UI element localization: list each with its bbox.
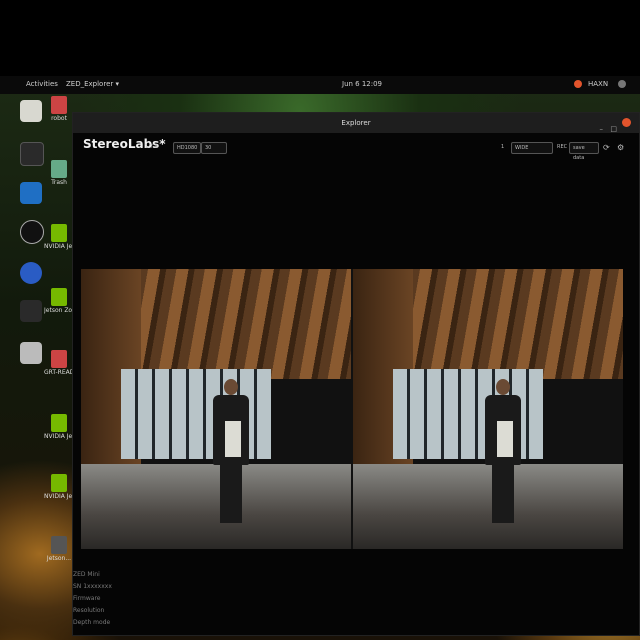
nvidia-icon: [51, 474, 67, 492]
app-icon[interactable]: [20, 300, 42, 322]
desktop-icon-jetson-zoo[interactable]: Jetson Zo...: [44, 288, 74, 314]
record-label: REC: [557, 144, 568, 150]
info-line: Depth mode: [73, 619, 111, 626]
desktop-icon-readme[interactable]: GRT-README: [44, 350, 74, 376]
left-camera-view: [81, 269, 351, 549]
obs-icon[interactable]: [20, 220, 44, 244]
camera-info-panel: ZED Mini SN 1xxxxxxx Firmware Resolution…: [73, 569, 112, 629]
person-figure: [483, 379, 523, 529]
info-line: ZED Mini: [73, 571, 100, 578]
camera-index-label: 1: [501, 144, 505, 150]
files-icon[interactable]: [20, 100, 42, 122]
system-top-bar: Activities ZED_Explorer ▾ Jun 6 12:09 HA…: [0, 76, 640, 94]
person-figure: [211, 379, 251, 529]
file-icon: [51, 536, 67, 554]
resolution-select[interactable]: HD1080: [173, 142, 201, 154]
app-menu[interactable]: ZED_Explorer ▾: [66, 80, 119, 88]
right-camera-view: [353, 269, 623, 549]
nvidia-icon: [51, 414, 67, 432]
chromium-icon[interactable]: [20, 262, 42, 284]
desktop-icon-jetson-community[interactable]: NVIDIA Jetson Community P...: [44, 224, 74, 250]
explorer-window: Explorer – □ StereoLabs* 1.7.0 HD1080 30…: [72, 112, 640, 636]
desktop-icon-jetson-zoo-2[interactable]: NVIDIA Jetson Zoo: [44, 474, 74, 500]
settings-icon[interactable]: ⚙: [617, 143, 624, 152]
app-header: StereoLabs* 1.7.0 HD1080 30 1 WIDE REC s…: [73, 133, 639, 163]
desktop-icon-trash[interactable]: Trash: [44, 160, 74, 186]
refresh-icon[interactable]: ⟳: [603, 143, 610, 152]
vscode-icon[interactable]: [20, 182, 42, 204]
info-line: Resolution: [73, 607, 105, 614]
document-icon: [51, 350, 67, 368]
window-title-bar[interactable]: Explorer – □: [73, 113, 639, 133]
stereo-video-view[interactable]: [81, 269, 623, 549]
desktop-icon-robot[interactable]: robot: [44, 96, 74, 122]
drive-icon[interactable]: [20, 342, 42, 364]
info-line: Firmware: [73, 595, 101, 602]
status-indicator[interactable]: HAXN: [588, 80, 608, 88]
save-path-field[interactable]: save data: [569, 142, 599, 161]
terminal-icon[interactable]: [20, 142, 44, 166]
nvidia-status-icon[interactable]: [574, 80, 582, 88]
fps-select[interactable]: 30: [201, 142, 227, 154]
clock[interactable]: Jun 6 12:09: [342, 80, 382, 88]
power-icon[interactable]: [618, 80, 626, 88]
folder-icon: [51, 96, 67, 114]
trash-icon: [51, 160, 67, 178]
nvidia-icon: [51, 288, 67, 306]
activities-button[interactable]: Activities: [26, 80, 58, 88]
nvidia-icon: [51, 224, 67, 242]
version-label: 1.7.0: [145, 144, 158, 150]
close-button[interactable]: [622, 118, 631, 127]
desktop-icon-jetson[interactable]: Jetson...: [44, 536, 74, 562]
mode-select[interactable]: WIDE: [511, 142, 553, 154]
info-line: SN 1xxxxxxx: [73, 583, 112, 590]
window-title: Explorer: [341, 119, 371, 127]
desktop-icon-jetson-developer[interactable]: NVIDIA Jetson Developer Z...: [44, 414, 74, 440]
